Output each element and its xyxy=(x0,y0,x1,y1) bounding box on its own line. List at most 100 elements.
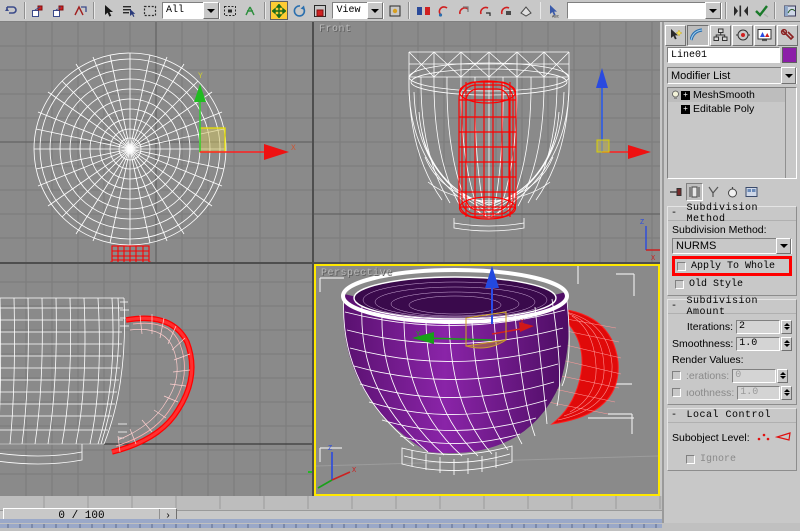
modifier-meshsmooth[interactable]: + MeshSmooth xyxy=(668,88,796,102)
chevron-down-icon[interactable] xyxy=(705,2,721,19)
pin-stack-icon[interactable] xyxy=(667,183,684,201)
object-name-field[interactable]: Line01 xyxy=(667,47,780,63)
collapse-icon[interactable]: - xyxy=(671,410,678,421)
checkbox-ignore[interactable]: Ignore xyxy=(672,452,792,466)
array-icon[interactable] xyxy=(517,1,536,20)
mirror-flip-icon[interactable] xyxy=(731,1,750,20)
smoothness-spinner[interactable] xyxy=(781,337,792,351)
modifier-stack-toolbar xyxy=(667,181,797,203)
coordinate-system[interactable]: View xyxy=(332,2,384,19)
toolbar-divider xyxy=(725,2,727,19)
main-toolbar: All View xyxy=(0,0,800,22)
checkbox-old-style[interactable]: Old Style xyxy=(672,277,792,291)
select-link-icon[interactable] xyxy=(30,1,49,20)
align-camera-icon[interactable] xyxy=(496,1,515,20)
subdivision-method-dropdown[interactable]: NURMS xyxy=(672,238,792,254)
render-smoothness-input[interactable]: 1.0 xyxy=(737,386,780,400)
unlink-selection-icon[interactable] xyxy=(50,1,69,20)
select-and-scale-icon[interactable] xyxy=(311,1,330,20)
collapse-icon[interactable]: - xyxy=(671,301,678,312)
align-icon[interactable] xyxy=(435,1,454,20)
chevron-down-icon[interactable] xyxy=(203,2,219,19)
toolbar-divider xyxy=(264,2,266,19)
viewport-divider-horizontal[interactable] xyxy=(0,262,660,264)
tab-hierarchy[interactable] xyxy=(710,25,731,46)
mirror-icon[interactable] xyxy=(414,1,433,20)
make-unique-icon[interactable] xyxy=(705,183,722,201)
chevron-down-icon[interactable] xyxy=(367,2,383,19)
rollout-subdivision-method-header[interactable]: - Subdivision Method xyxy=(668,207,796,221)
object-color-swatch[interactable] xyxy=(782,47,797,63)
select-by-name-icon[interactable] xyxy=(120,1,139,20)
modifier-editable-poly[interactable]: + Editable Poly xyxy=(668,102,796,116)
tab-modify[interactable] xyxy=(687,25,708,46)
svg-text:Z: Z xyxy=(640,219,644,227)
rollout-local-control-header[interactable]: - Local Control xyxy=(668,409,796,423)
render-values-label: Render Values: xyxy=(672,354,792,366)
modifier-stack-scrollbar[interactable] xyxy=(785,88,796,178)
svg-text:X: X xyxy=(291,144,296,153)
select-and-rotate-icon[interactable] xyxy=(290,1,309,20)
undo-icon[interactable] xyxy=(1,1,20,20)
place-highlight-icon[interactable] xyxy=(476,1,495,20)
svg-text:Y: Y xyxy=(198,72,203,81)
checkbox-box[interactable] xyxy=(675,280,684,289)
viewport-top[interactable]: Y X xyxy=(0,22,312,262)
apply-to-whole-highlight: Apply To Whole xyxy=(672,256,792,276)
viewport-front[interactable]: Z X Front xyxy=(314,22,660,262)
window-crossing-icon[interactable] xyxy=(221,1,240,20)
chevron-down-icon[interactable] xyxy=(776,238,791,254)
select-and-move-icon[interactable] xyxy=(270,1,289,20)
show-end-result-icon[interactable] xyxy=(686,183,703,201)
render-iterations-input[interactable]: 0 xyxy=(732,369,776,383)
subobject-level-row: Subobject Level: xyxy=(672,430,792,446)
checkbox-render-smoothness[interactable] xyxy=(672,388,681,397)
selection-filter[interactable]: All xyxy=(162,2,220,19)
rollout-subdivision-amount-title: Subdivision Amount xyxy=(687,296,796,318)
rollout-subdivision-amount-header[interactable]: - Subdivision Amount xyxy=(668,300,796,314)
select-and-manipulate-icon[interactable] xyxy=(241,1,260,20)
viewport-perspective[interactable]: Y X Z X Perspective xyxy=(314,264,660,496)
tab-create[interactable] xyxy=(665,25,686,46)
modifier-stack[interactable]: + MeshSmooth + Editable Poly xyxy=(667,87,797,179)
command-panel: Line01 Modifier List + MeshSmooth + Edit… xyxy=(662,22,800,523)
curve-editor-icon[interactable] xyxy=(780,1,799,20)
smoothness-label: Smoothness: xyxy=(672,338,733,350)
viewport-left[interactable] xyxy=(0,264,312,496)
modifier-list-dropdown[interactable]: Modifier List xyxy=(667,67,797,84)
configure-sets-icon[interactable] xyxy=(743,183,760,201)
iterations-input[interactable]: 2 xyxy=(736,320,780,334)
name-selection-icon[interactable]: ABC xyxy=(545,1,564,20)
checkbox-render-iterations[interactable] xyxy=(672,371,681,380)
light-bulb-icon[interactable] xyxy=(670,89,681,101)
checkbox-box[interactable] xyxy=(686,455,695,464)
face-subobject-icon[interactable] xyxy=(775,430,792,446)
modifier-list-label: Modifier List xyxy=(671,70,730,82)
viewport-area: Y X xyxy=(0,22,660,496)
render-iterations-spinner[interactable] xyxy=(777,369,788,383)
expand-icon[interactable]: + xyxy=(681,105,690,114)
layer-manager-icon[interactable] xyxy=(752,1,771,20)
checkbox-box[interactable] xyxy=(677,262,686,271)
expand-icon[interactable]: + xyxy=(681,91,690,100)
tab-display[interactable] xyxy=(754,25,775,46)
checkbox-apply-to-whole[interactable]: Apply To Whole xyxy=(677,259,787,273)
bind-space-warp-icon[interactable] xyxy=(71,1,90,20)
render-smoothness-spinner[interactable] xyxy=(781,386,792,400)
viewport-divider-vertical[interactable] xyxy=(312,22,314,496)
normal-align-icon[interactable] xyxy=(455,1,474,20)
coordinate-system-value: View xyxy=(336,5,360,16)
iterations-spinner[interactable] xyxy=(781,320,792,334)
select-object-icon[interactable] xyxy=(99,1,118,20)
remove-modifier-icon[interactable] xyxy=(724,183,741,201)
vertex-subobject-icon[interactable] xyxy=(756,430,772,446)
toolbar-divider xyxy=(24,2,26,19)
rectangular-select-region-icon[interactable] xyxy=(140,1,159,20)
chevron-down-icon[interactable] xyxy=(781,67,796,84)
tab-motion[interactable] xyxy=(732,25,753,46)
tab-utilities[interactable] xyxy=(777,25,798,46)
collapse-icon[interactable]: - xyxy=(671,208,678,219)
smoothness-input[interactable]: 1.0 xyxy=(736,337,780,351)
named-selection-set[interactable] xyxy=(567,2,722,19)
use-pivot-center-icon[interactable] xyxy=(385,1,404,20)
